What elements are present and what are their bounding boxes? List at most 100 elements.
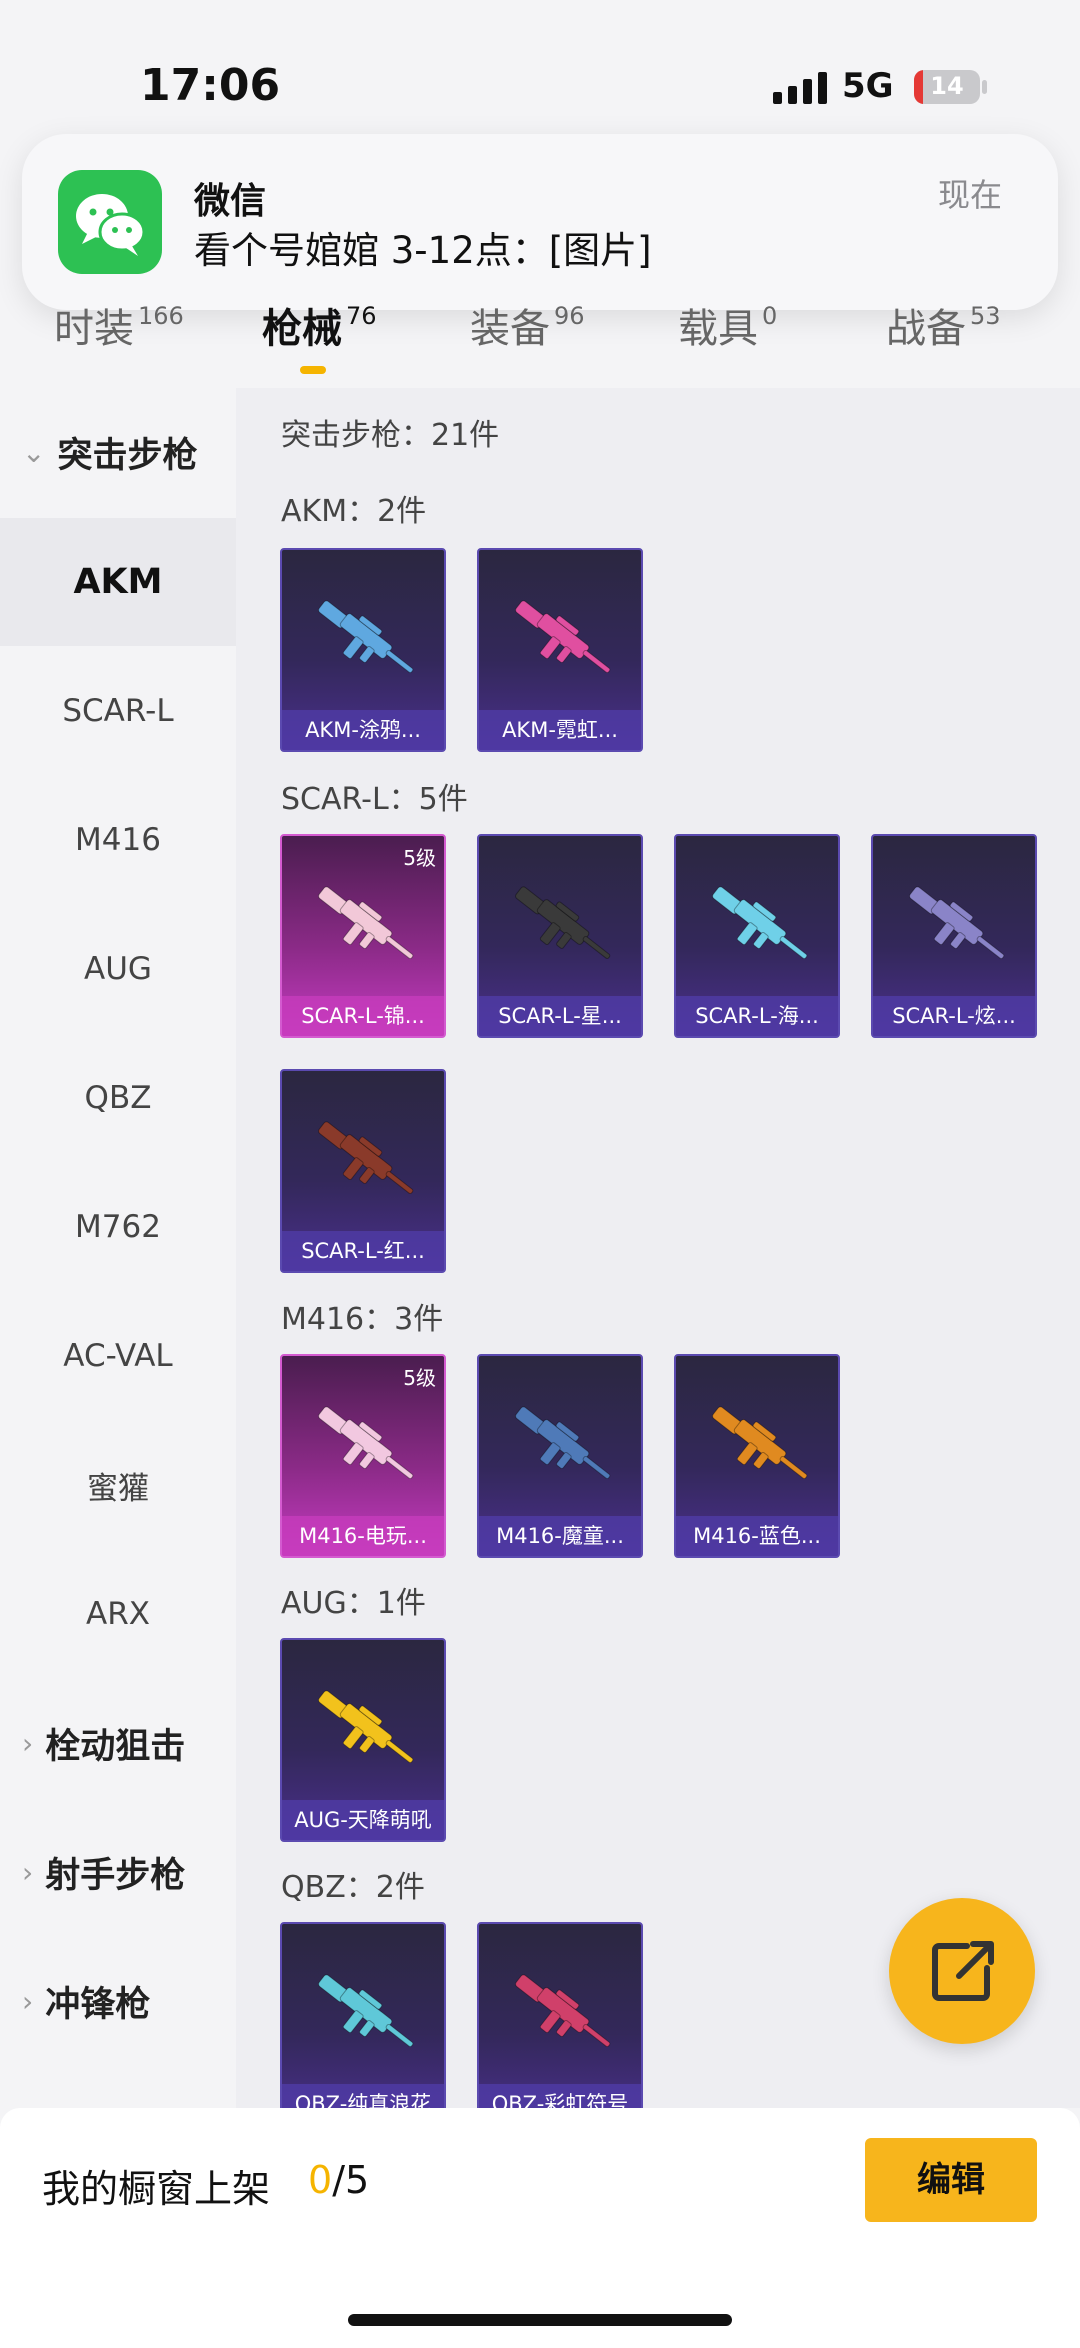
rifle-icon — [515, 1974, 611, 2047]
battery-level: 14 — [930, 72, 964, 100]
skin-card[interactable]: SCAR-L-红... — [280, 1069, 446, 1273]
sidebar-item-arx[interactable]: ARX — [0, 1550, 236, 1678]
tab-count: 53 — [970, 302, 1001, 330]
skin-name: AKM-涂鸦... — [282, 710, 444, 750]
rifle-icon — [318, 1121, 414, 1194]
sidebar-group-smg[interactable]: › 冲锋枪 — [0, 1937, 236, 2065]
skin-name: M416-魔童... — [479, 1516, 641, 1556]
section-title-scar-l: SCAR-L：5件 — [281, 782, 468, 817]
notification-app-name: 微信 — [194, 181, 267, 222]
sidebar-group-label: 突击步枪 — [57, 435, 198, 476]
rifle-icon — [515, 600, 611, 673]
share-button[interactable] — [889, 1898, 1035, 2044]
skin-name: QBZ-纯真浪花 — [282, 2084, 444, 2108]
sidebar-item-scar-l[interactable]: SCAR-L — [0, 647, 236, 775]
tab-guns[interactable]: 枪械 76 — [262, 296, 377, 388]
skin-name: M416-电玩... — [282, 1516, 444, 1556]
skin-card[interactable]: QBZ-纯真浪花 — [280, 1922, 446, 2108]
status-bar: 17:06 5G 14 — [0, 0, 1080, 130]
sidebar-group-bolt-sniper[interactable]: › 栓动狙击 — [0, 1679, 236, 1807]
level-badge: 5级 — [403, 1366, 436, 1390]
network-type: 5G — [842, 66, 894, 106]
status-time: 17:06 — [140, 60, 281, 111]
sidebar-group-label: 栓动狙击 — [45, 1726, 186, 1767]
tab-label: 时装 — [54, 306, 134, 352]
skin-card[interactable]: SCAR-L-海... — [674, 834, 840, 1038]
showcase-label: 我的橱窗上架 — [42, 2167, 271, 2211]
tab-label: 装备 — [470, 306, 550, 352]
skin-card[interactable]: 5级 SCAR-L-锦... — [280, 834, 446, 1038]
sidebar-item-qbz[interactable]: QBZ — [0, 1034, 236, 1162]
sidebar-item-aug[interactable]: AUG — [0, 905, 236, 1033]
category-total: 突击步枪：21件 — [281, 418, 500, 453]
sidebar-item-m762[interactable]: M762 — [0, 1163, 236, 1291]
skin-card[interactable]: QBZ-彩虹符号 — [477, 1922, 643, 2108]
battery-icon: 14 — [914, 70, 980, 104]
skin-card[interactable]: AKM-涂鸦... — [280, 548, 446, 752]
chevron-right-icon: › — [22, 1855, 34, 1889]
tab-supplies[interactable]: 战备 53 — [886, 296, 1001, 388]
wechat-notification[interactable]: 微信 看个号婠婠 3-12点：[图片] 现在 — [22, 134, 1058, 310]
skin-card[interactable]: AUG-天降萌吼 — [280, 1638, 446, 1842]
battery-tip — [982, 80, 987, 94]
tab-fashion[interactable]: 时装 166 — [54, 296, 184, 388]
sidebar-item-m416[interactable]: M416 — [0, 776, 236, 904]
section-title-akm: AKM：2件 — [281, 494, 427, 529]
section-title-qbz: QBZ：2件 — [281, 1870, 425, 1905]
skin-name: AUG-天降萌吼 — [282, 1800, 444, 1840]
skin-name: SCAR-L-锦... — [282, 996, 444, 1036]
signal-icon — [773, 72, 827, 104]
rifle-icon — [515, 886, 611, 959]
wechat-icon — [58, 170, 162, 274]
sidebar-item-ac-val[interactable]: AC-VAL — [0, 1292, 236, 1420]
category-tabs: 时装 166 枪械 76 装备 96 载具 0 战备 53 — [0, 296, 1080, 388]
rifle-icon — [318, 886, 414, 959]
tab-count: 166 — [138, 302, 184, 330]
sidebar-item-akm[interactable]: AKM — [0, 518, 236, 646]
weapon-category-sidebar: ⌄ 突击步枪 AKM SCAR-L M416 AUG QBZ M762 AC-VA… — [0, 388, 236, 2108]
chevron-right-icon: › — [22, 1984, 34, 2018]
skin-card[interactable]: M416-魔童... — [477, 1354, 643, 1558]
tab-equipment[interactable]: 装备 96 — [470, 296, 585, 388]
tab-count: 0 — [762, 302, 778, 330]
edit-button[interactable]: 编辑 — [865, 2138, 1037, 2222]
skin-name: QBZ-彩虹符号 — [479, 2084, 641, 2108]
sidebar-group-marksman-rifle[interactable]: › 射手步枪 — [0, 1808, 236, 1936]
skin-card[interactable]: AKM-霓虹... — [477, 548, 643, 752]
sidebar-item-honey-badger[interactable]: 蜜獾 — [0, 1421, 236, 1549]
rifle-icon — [515, 1406, 611, 1479]
tab-vehicles[interactable]: 载具 0 — [678, 296, 777, 388]
skin-name: SCAR-L-炫... — [873, 996, 1035, 1036]
notification-time: 现在 — [937, 176, 1002, 214]
skin-name: SCAR-L-红... — [282, 1231, 444, 1271]
rifle-icon — [318, 1690, 414, 1763]
skin-card[interactable]: 5级 M416-电玩... — [280, 1354, 446, 1558]
sidebar-group-assault-rifle[interactable]: ⌄ 突击步枪 — [0, 388, 236, 516]
skin-name: SCAR-L-星... — [479, 996, 641, 1036]
tab-count: 96 — [554, 302, 585, 330]
rifle-icon — [318, 1974, 414, 2047]
tab-count: 76 — [346, 302, 377, 330]
rifle-icon — [909, 886, 1005, 959]
rifle-icon — [712, 886, 808, 959]
home-indicator[interactable] — [348, 2314, 732, 2326]
showcase-bar: 我的橱窗上架 0/5 编辑 — [0, 2108, 1080, 2348]
skin-card[interactable]: SCAR-L-炫... — [871, 834, 1037, 1038]
rifle-icon — [712, 1406, 808, 1479]
tab-label: 枪械 — [262, 306, 342, 352]
share-icon — [932, 1941, 994, 2001]
skin-card[interactable]: SCAR-L-星... — [477, 834, 643, 1038]
rifle-icon — [318, 600, 414, 673]
sidebar-group-label: 射手步枪 — [45, 1855, 186, 1896]
skin-card[interactable]: M416-蓝色... — [674, 1354, 840, 1558]
showcase-count: 0/5 — [308, 2158, 369, 2202]
rifle-icon — [318, 1406, 414, 1479]
tab-label: 载具 — [678, 306, 758, 352]
skin-name: SCAR-L-海... — [676, 996, 838, 1036]
chevron-down-icon: ⌄ — [22, 435, 46, 469]
sidebar-group-label: 冲锋枪 — [45, 1984, 151, 2025]
notification-message: 看个号婠婠 3-12点：[图片] — [194, 229, 652, 272]
active-tab-indicator — [300, 366, 326, 374]
level-badge: 5级 — [403, 846, 436, 870]
section-title-m416: M416：3件 — [281, 1302, 444, 1337]
